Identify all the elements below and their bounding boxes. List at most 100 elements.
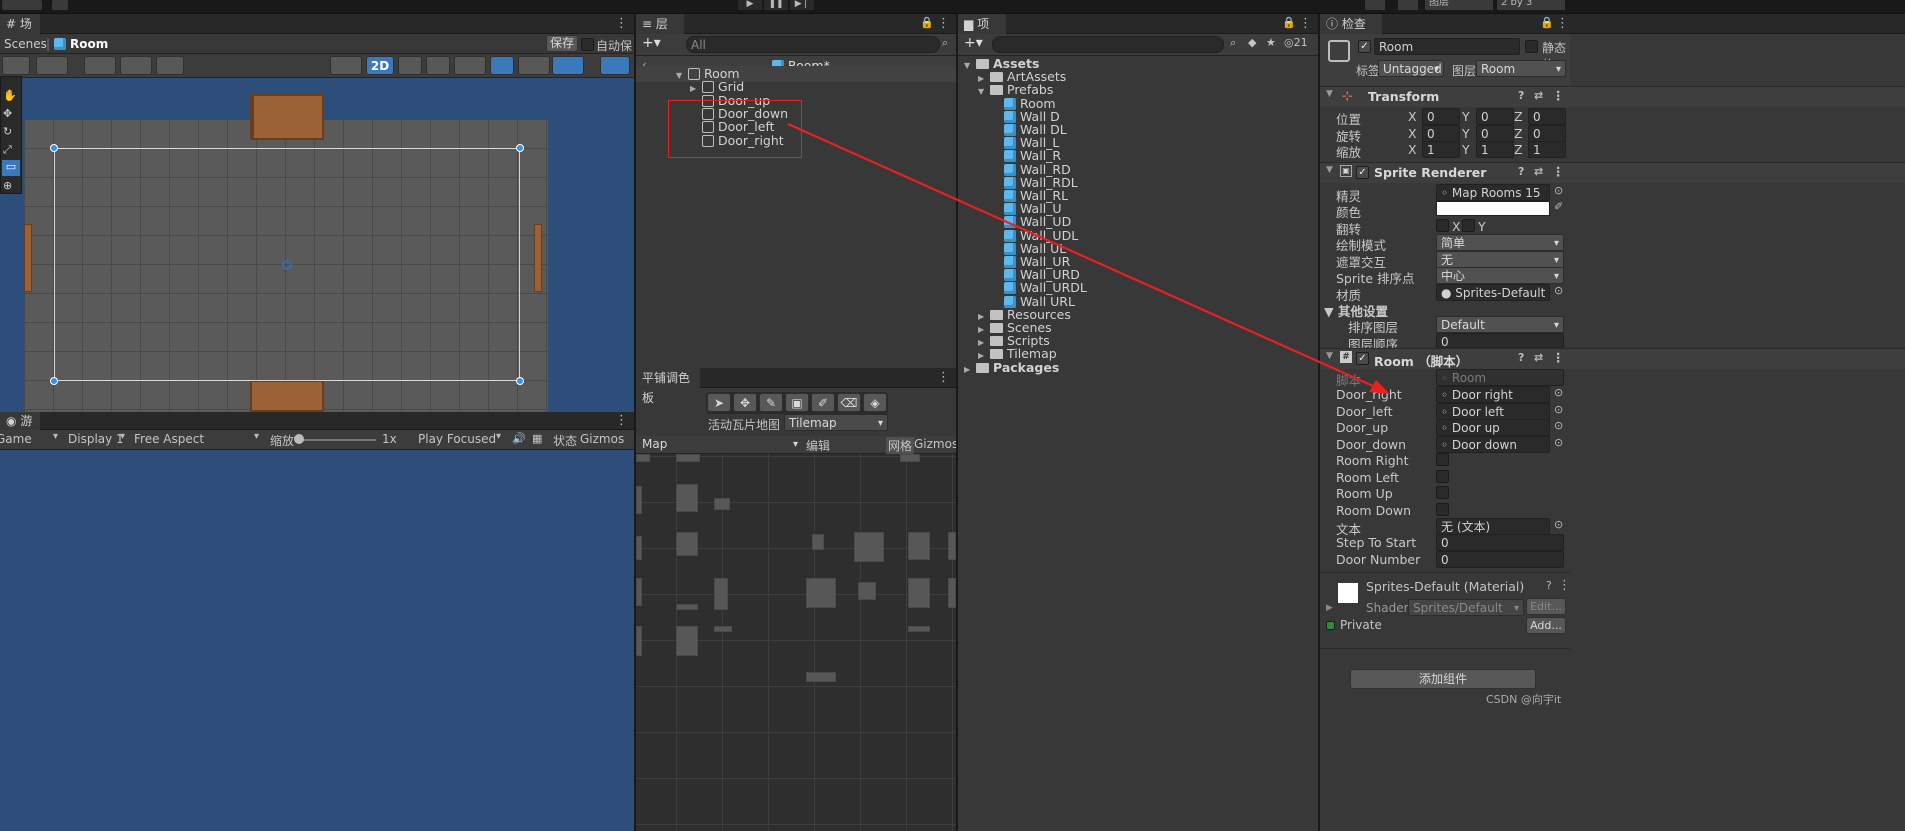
object-picker-icon[interactable]: ⊙ (1554, 518, 1563, 531)
axis-label[interactable]: Y (1462, 109, 1470, 124)
rect-handle-tr[interactable] (516, 144, 524, 152)
render-mode-dropdown[interactable] (36, 56, 68, 75)
object-picker-icon[interactable]: ⊙ (1554, 419, 1563, 432)
transform-y-input[interactable]: 0 (1476, 124, 1514, 142)
tile[interactable] (714, 498, 730, 510)
component-menu-icon[interactable]: ⋮ (1552, 350, 1565, 365)
door-number-input[interactable]: 0 (1436, 551, 1564, 568)
game-gizmos-dropdown[interactable]: Gizmos (580, 432, 624, 446)
effects-dropdown[interactable] (454, 56, 486, 75)
scale-slider-thumb[interactable] (294, 434, 304, 444)
rect-tool-icon[interactable]: ▭ (2, 160, 20, 176)
help-icon[interactable]: ? (1546, 579, 1552, 592)
sorting-layer-dropdown[interactable]: Default (1436, 316, 1564, 334)
transform-x-input[interactable]: 1 (1422, 141, 1460, 158)
tile[interactable] (806, 672, 836, 682)
search-icon[interactable] (1398, 0, 1418, 10)
component-menu-icon[interactable]: ⋮ (1552, 164, 1565, 179)
aspect-dropdown[interactable]: Free Aspect (134, 432, 204, 446)
hierarchy-item[interactable]: ▼ Room (636, 66, 956, 82)
tab-hierarchy[interactable]: ≡ 层级 (636, 14, 684, 51)
hand-tool-icon[interactable]: ✋ (3, 89, 19, 103)
box-fill-tool-button[interactable]: ▣ (785, 393, 809, 412)
tile[interactable] (676, 484, 698, 512)
add-component-button[interactable]: 添加组件 (1350, 669, 1536, 689)
palette-dropdown[interactable]: Map (638, 436, 802, 453)
edit-palette-button[interactable]: 编辑 (806, 437, 830, 454)
tile[interactable] (854, 532, 884, 562)
brush-tool-button[interactable]: ✎ (759, 393, 783, 412)
search-by-label-icon[interactable]: ◆ (1248, 36, 1256, 49)
expand-arrow-icon[interactable]: ▼ (676, 68, 688, 84)
sprite-renderer-enabled-checkbox[interactable]: ✓ (1356, 166, 1369, 179)
component-menu-icon[interactable]: ⋮ (1558, 578, 1571, 593)
play-button[interactable]: ▶ (738, 0, 762, 10)
audio-button[interactable] (426, 56, 450, 75)
tile[interactable] (908, 626, 930, 632)
mute-audio-icon[interactable]: 🔊 (512, 432, 526, 445)
object-picker-icon[interactable]: ⊙ (1554, 436, 1563, 449)
breadcrumb-current[interactable]: Room (54, 37, 108, 51)
preset-icon[interactable]: ⇄ (1534, 89, 1543, 102)
hierarchy-menu-icon[interactable]: ⋮ (937, 16, 950, 31)
increment-snap-button[interactable] (156, 56, 184, 75)
tile[interactable] (812, 534, 824, 550)
door-right-sprite[interactable] (534, 224, 542, 292)
door-down-sprite[interactable] (250, 380, 324, 412)
grid-visibility-button[interactable] (120, 56, 152, 75)
transform-z-input[interactable]: 0 (1528, 108, 1566, 125)
pivot-handle[interactable] (282, 260, 292, 270)
tile[interactable] (636, 626, 642, 656)
lock-icon[interactable]: 🔒 (1282, 16, 1296, 29)
tile[interactable] (676, 532, 698, 556)
static-checkbox[interactable] (1525, 40, 1538, 53)
sprite-field[interactable]: ◦ Map Rooms 15 (1436, 184, 1550, 201)
axis-label[interactable]: Y (1462, 126, 1470, 141)
draw-mode-dropdown[interactable] (2, 56, 30, 75)
eyedropper-icon[interactable]: ✐ (1554, 200, 1563, 213)
project-menu-icon[interactable]: ⋮ (1299, 16, 1312, 31)
material-add-button[interactable]: Add... (1526, 617, 1566, 634)
move-tool-button[interactable]: ✥ (733, 393, 757, 412)
transform-x-input[interactable]: 0 (1422, 124, 1460, 142)
project-item[interactable]: ▶ Packages (964, 360, 1059, 376)
tab-scene[interactable]: # 场景 (0, 14, 40, 51)
room-script-header[interactable]: ▼ # ✓ Room （脚本） ? ⇄ ⋮ (1320, 348, 1905, 369)
picker-tool-button[interactable]: ✐ (811, 393, 835, 412)
search-by-type-icon[interactable]: ⌕ (1230, 36, 1236, 50)
step-button[interactable]: ▶❘ (790, 0, 814, 10)
shortcuts-icon[interactable]: ▦ (532, 432, 542, 445)
inspector-menu-icon[interactable]: ⋮ (1556, 16, 1569, 31)
tile[interactable] (676, 454, 700, 462)
rect-handle-bl[interactable] (50, 377, 58, 385)
hidden-packages-icon[interactable]: ◎21 (1284, 36, 1308, 49)
transform-y-input[interactable]: 0 (1476, 108, 1514, 125)
axis-label[interactable]: X (1408, 142, 1417, 157)
axis-label[interactable]: Z (1514, 126, 1523, 141)
room-bool-checkbox[interactable] (1436, 502, 1449, 516)
lock-icon[interactable]: 🔒 (920, 16, 934, 29)
material-field[interactable]: ● Sprites-Default (1436, 284, 1550, 301)
transform-x-input[interactable]: 0 (1422, 108, 1460, 125)
door-left-sprite[interactable] (24, 224, 32, 292)
room-bool-checkbox[interactable] (1436, 486, 1449, 499)
eraser-tool-button[interactable]: ⌫ (837, 393, 861, 412)
game-menu-icon[interactable]: ⋮ (615, 413, 628, 428)
axis-label[interactable]: X (1408, 126, 1417, 141)
tile[interactable] (900, 454, 920, 462)
layout-dropdown[interactable]: 2 by 3 (1497, 0, 1565, 10)
display-dropdown[interactable]: Display 1 (68, 432, 124, 446)
object-picker-icon[interactable]: ⊙ (1554, 386, 1563, 399)
autosave-checkbox[interactable] (581, 38, 594, 51)
door-ref-field[interactable]: ◦ Door right (1436, 386, 1550, 403)
step-to-start-input[interactable]: 0 (1436, 534, 1564, 551)
layer-dropdown[interactable]: Room (1476, 60, 1566, 78)
grid-toggle-button[interactable]: 网格 (886, 437, 915, 454)
project-search-input[interactable] (992, 36, 1224, 53)
axis-label[interactable]: Z (1514, 109, 1523, 124)
mode-2d-button[interactable]: 2D (366, 56, 394, 75)
snap-grid-button[interactable] (84, 56, 116, 75)
scale-slider-track[interactable] (298, 439, 376, 441)
active-checkbox[interactable]: ✓ (1358, 40, 1371, 53)
stats-button[interactable]: 状态 (553, 432, 577, 449)
